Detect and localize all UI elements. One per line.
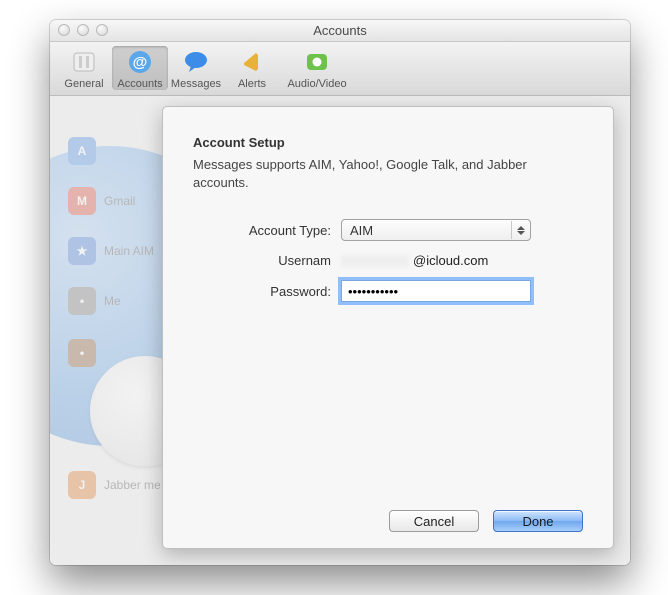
toolbar-label: Alerts <box>224 78 280 90</box>
chevron-up-down-icon <box>511 221 529 239</box>
account-setup-sheet: Account Setup Messages supports AIM, Yah… <box>162 106 614 549</box>
account-type-row: Account Type: AIM <box>193 219 583 241</box>
at-sign-icon: @ <box>125 48 155 76</box>
sheet-description: Messages supports AIM, Yahoo!, Google Ta… <box>193 156 583 191</box>
close-window-button[interactable] <box>58 24 70 36</box>
username-value: @icloud.com <box>341 253 531 268</box>
toolbar-label: Accounts <box>112 78 168 90</box>
camera-icon <box>302 48 332 76</box>
toolbar-tab-general[interactable]: General <box>56 46 112 90</box>
bg-sidebar-item: Jabber me <box>104 478 161 492</box>
megaphone-icon <box>237 48 267 76</box>
username-label: Usernam <box>193 253 341 268</box>
done-button[interactable]: Done <box>493 510 583 532</box>
password-label: Password: <box>193 284 341 299</box>
account-type-value: AIM <box>350 223 373 238</box>
minimize-window-button[interactable] <box>77 24 89 36</box>
toolbar-tab-messages[interactable]: Messages <box>168 46 224 90</box>
preferences-toolbar: General @ Accounts Messages Alerts Audio… <box>50 42 630 96</box>
toolbar-label: General <box>56 78 112 90</box>
bg-sidebar-item: Gmail <box>104 194 135 208</box>
username-row: Usernam @icloud.com <box>193 253 583 268</box>
password-input[interactable] <box>341 280 531 302</box>
speech-bubble-icon <box>181 48 211 76</box>
content-area: A MGmail ★Main AIM •Me • JJabber me Acco… <box>50 96 630 565</box>
zoom-window-button[interactable] <box>96 24 108 36</box>
toolbar-tab-audio-video[interactable]: Audio/Video <box>280 46 354 90</box>
sheet-heading: Account Setup <box>193 135 583 150</box>
sheet-button-row: Cancel Done <box>193 500 583 532</box>
cancel-button[interactable]: Cancel <box>389 510 479 532</box>
slider-icon <box>69 48 99 76</box>
account-type-label: Account Type: <box>193 223 341 238</box>
toolbar-tab-accounts[interactable]: @ Accounts <box>112 46 168 90</box>
preferences-window: Accounts General @ Accounts Messages Ale… <box>50 20 630 565</box>
account-type-select[interactable]: AIM <box>341 219 531 241</box>
toolbar-label: Messages <box>168 78 224 90</box>
toolbar-tab-alerts[interactable]: Alerts <box>224 46 280 90</box>
bg-sidebar-item: Main AIM <box>104 244 154 258</box>
traffic-lights <box>58 24 108 36</box>
titlebar: Accounts <box>50 20 630 42</box>
svg-text:@: @ <box>133 54 148 71</box>
password-row: Password: <box>193 280 583 302</box>
bg-sidebar-item: Me <box>104 294 121 308</box>
window-title: Accounts <box>50 23 630 38</box>
toolbar-label: Audio/Video <box>280 78 354 90</box>
